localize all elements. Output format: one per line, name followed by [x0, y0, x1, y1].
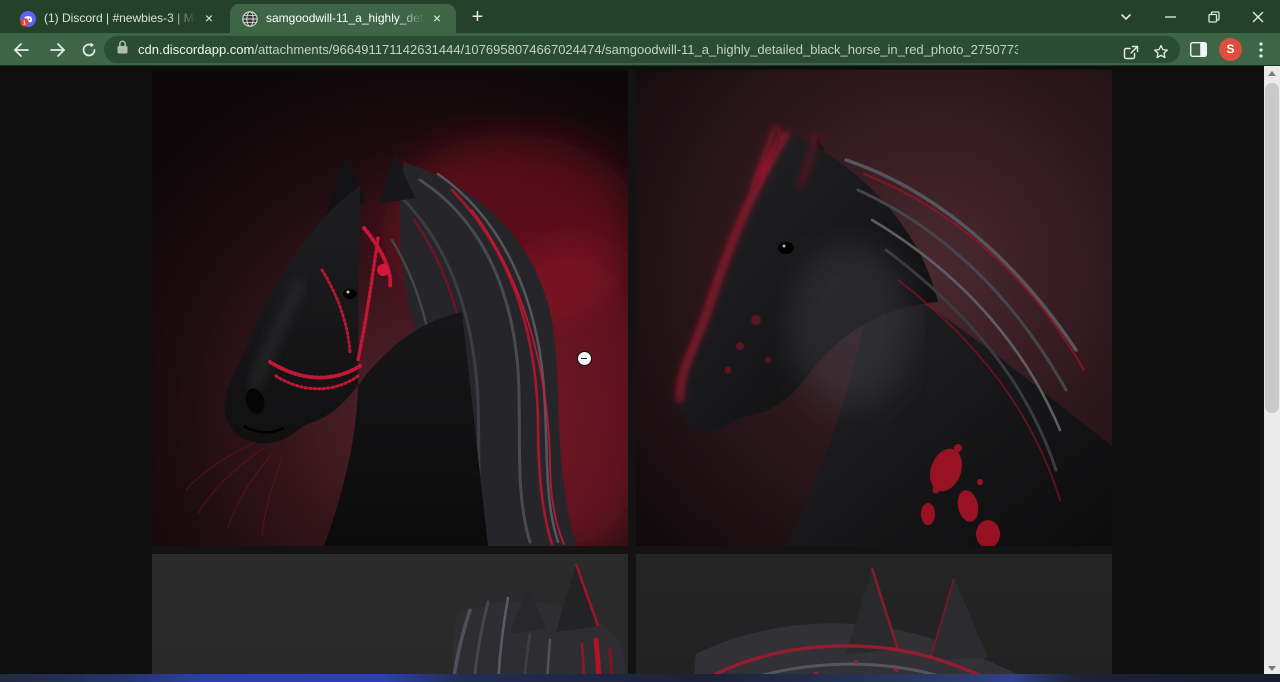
new-tab-button[interactable]: + [464, 5, 491, 32]
url-domain: cdn.discordapp.com [138, 42, 254, 57]
minimize-button[interactable] [1148, 0, 1192, 33]
tab-title: (1) Discord | #newbies-3 | Midjou [44, 11, 196, 26]
scrollbar-thumb[interactable] [1265, 83, 1279, 413]
url-text: cdn.discordapp.com/attachments/966491171… [138, 42, 1018, 57]
horse-image-bottom-right [636, 554, 1112, 682]
tab-title: samgoodwill-11_a_highly_detaile [266, 11, 424, 26]
bookmark-star-icon[interactable] [1148, 39, 1174, 65]
taskbar-edge [0, 674, 1280, 682]
tab-strip: 1 (1) Discord | #newbies-3 | Midjou × [0, 0, 1280, 33]
discord-favicon: 1 [20, 11, 36, 27]
horse-image-top-left [152, 70, 628, 546]
tab-close-icon[interactable]: × [200, 10, 218, 28]
tab-discord[interactable]: 1 (1) Discord | #newbies-3 | Midjou × [8, 4, 226, 33]
svg-text:1: 1 [23, 20, 26, 26]
scroll-up-arrow[interactable] [1264, 66, 1280, 82]
window-controls [1104, 0, 1280, 33]
tab-image-active[interactable]: samgoodwill-11_a_highly_detaile × [230, 4, 456, 33]
forward-button[interactable] [42, 35, 72, 65]
restore-button[interactable] [1192, 0, 1236, 33]
horse-grid-image[interactable] [152, 70, 1112, 682]
menu-dots-icon[interactable] [1248, 37, 1274, 63]
browser-toolbar: cdn.discordapp.com/attachments/966491171… [0, 33, 1280, 66]
globe-favicon [242, 11, 258, 27]
close-window-button[interactable] [1236, 0, 1280, 33]
page-content [0, 66, 1280, 682]
side-panel-icon[interactable] [1185, 37, 1211, 63]
reload-button[interactable] [74, 35, 104, 65]
tab-title-fade [170, 11, 196, 26]
horse-image-bottom-left [152, 554, 628, 682]
lock-icon[interactable] [117, 40, 129, 59]
browser-window: 1 (1) Discord | #newbies-3 | Midjou × [0, 0, 1280, 682]
horse-image-top-right [636, 70, 1112, 546]
tab-title-fade [398, 11, 424, 26]
zoom-out-cursor [577, 351, 592, 366]
tab-close-icon[interactable]: × [428, 10, 446, 28]
address-bar[interactable]: cdn.discordapp.com/attachments/966491171… [104, 36, 1180, 63]
toolbar-right-cluster: S [1185, 33, 1280, 66]
back-button[interactable] [6, 35, 36, 65]
url-path: /attachments/966491171142631444/10769580… [254, 42, 1018, 57]
vertical-scrollbar[interactable] [1264, 66, 1280, 676]
share-icon[interactable] [1118, 39, 1144, 65]
tab-search-chevron-icon[interactable] [1104, 0, 1148, 33]
profile-avatar[interactable]: S [1219, 38, 1242, 61]
